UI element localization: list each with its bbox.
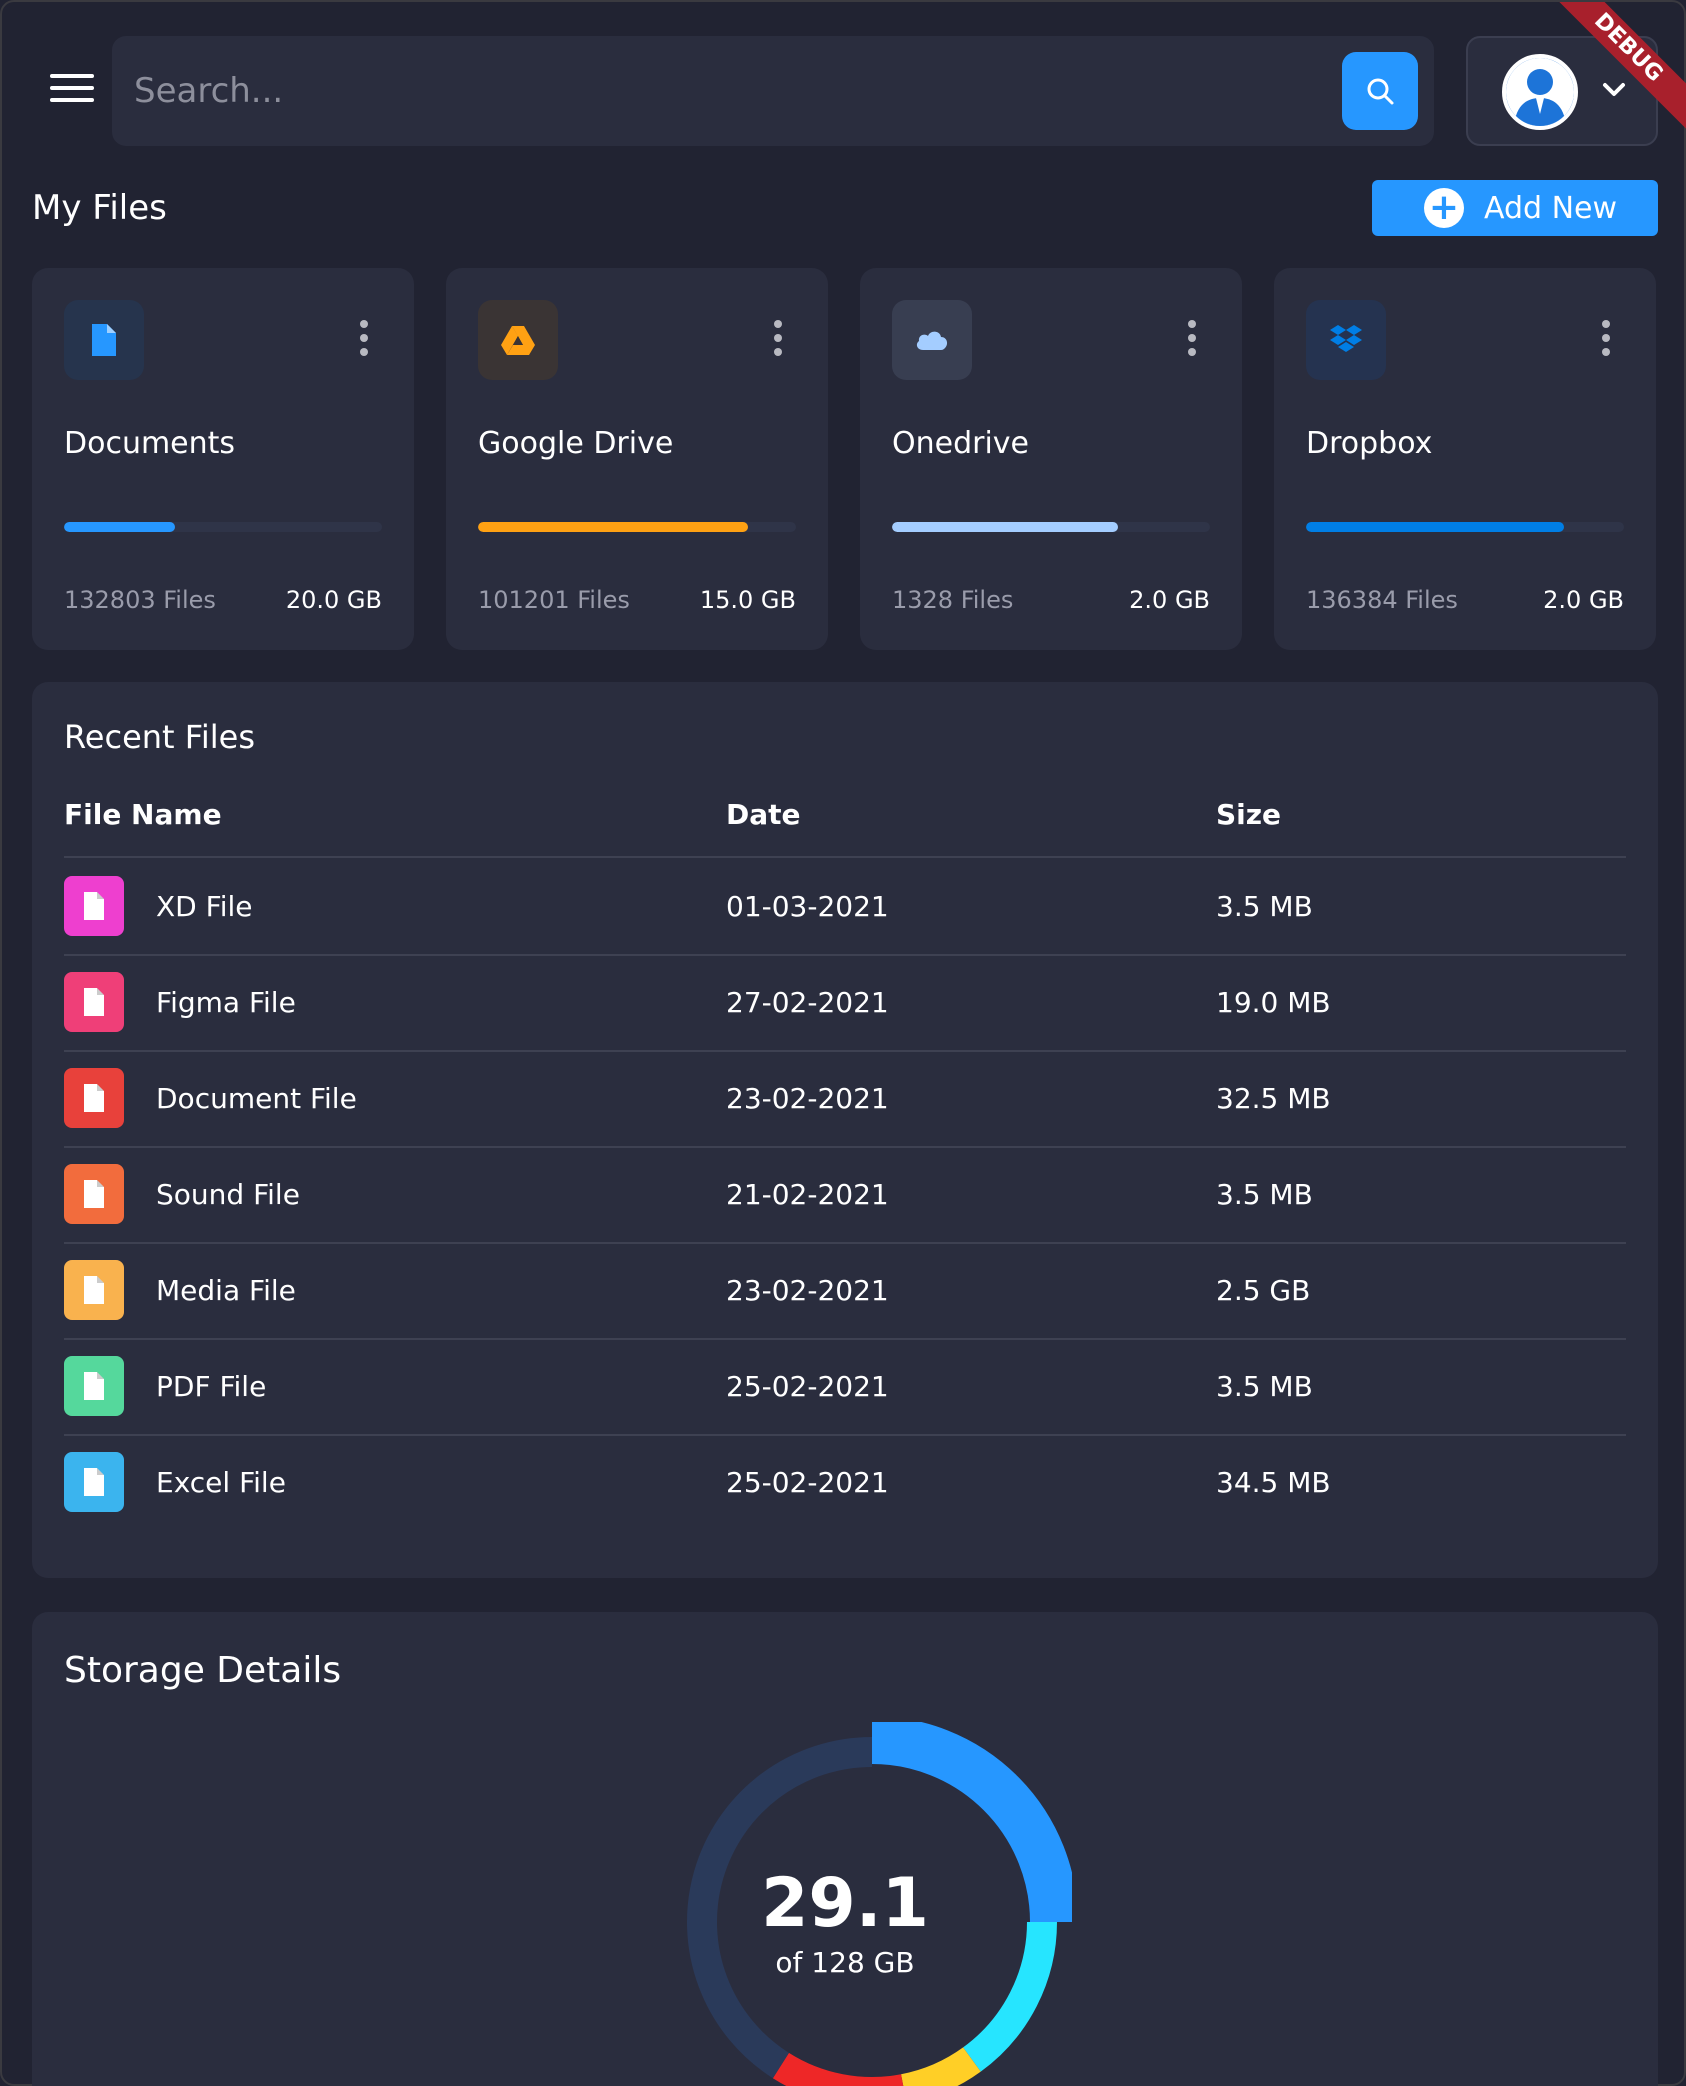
debug-banner: DEBUG [1548, 2, 1686, 142]
table-row[interactable]: XD File 01-03-2021 3.5 MB [64, 860, 1626, 956]
usage-bar [64, 522, 382, 532]
document-icon [64, 1068, 124, 1128]
more-options-icon[interactable] [1186, 320, 1198, 360]
recent-files-title: Recent Files [64, 718, 255, 756]
usage-bar-fill [478, 522, 749, 532]
usage-bar [1306, 522, 1624, 532]
file-size: 34.5 MB [1216, 1466, 1331, 1499]
debug-label: DEBUG [1548, 2, 1686, 142]
file-size: 3.5 MB [1216, 1178, 1313, 1211]
plus-icon: + [1424, 188, 1464, 228]
file-size: 3.5 MB [1216, 890, 1313, 923]
card-icon-box [1306, 300, 1386, 380]
file-date: 01-03-2021 [726, 890, 889, 923]
column-header-size: Size [1216, 798, 1282, 831]
more-options-icon[interactable] [1600, 320, 1612, 360]
column-header-date: Date [726, 798, 801, 831]
file-size: 32.5 MB [1216, 1082, 1331, 1115]
column-header-file-name: File Name [64, 798, 222, 831]
storage-card-dropbox[interactable]: Dropbox 136384 Files 2.0 GB [1274, 268, 1656, 650]
file-name: Excel File [156, 1466, 286, 1499]
table-row[interactable]: Figma File 27-02-2021 19.0 MB [64, 956, 1626, 1052]
file-name: Media File [156, 1274, 296, 1307]
usage-bar-fill [892, 522, 1118, 532]
xd-file-icon [64, 876, 124, 936]
search-icon [1367, 78, 1394, 105]
file-date: 27-02-2021 [726, 986, 889, 1019]
document-icon [92, 324, 116, 356]
search-input[interactable] [134, 56, 1294, 126]
cloud-icon [916, 331, 948, 350]
storage-total-label: of 128 GB [775, 1946, 915, 1979]
file-count: 136384 Files [1306, 586, 1458, 614]
add-new-button[interactable]: + Add New [1372, 180, 1658, 236]
hamburger-menu-icon[interactable] [50, 74, 94, 110]
more-options-icon[interactable] [358, 320, 370, 360]
file-count: 132803 Files [64, 586, 216, 614]
usage-bar [478, 522, 796, 532]
card-icon-box [892, 300, 972, 380]
media-file-icon [64, 1260, 124, 1320]
storage-size: 2.0 GB [1129, 586, 1210, 614]
storage-size: 2.0 GB [1543, 586, 1624, 614]
storage-used-value: 29.1 [761, 1864, 929, 1943]
storage-details-title: Storage Details [64, 1650, 342, 1691]
table-row[interactable]: PDF File 25-02-2021 3.5 MB [64, 1340, 1626, 1436]
card-name: Documents [64, 426, 236, 461]
donut-segment [900, 2047, 981, 2086]
dropbox-icon [1330, 325, 1362, 352]
file-count: 101201 Files [478, 586, 630, 614]
storage-card-onedrive[interactable]: Onedrive 1328 Files 2.0 GB [860, 268, 1242, 650]
usage-bar-fill [1306, 522, 1564, 532]
search-bar [112, 36, 1434, 146]
card-name: Dropbox [1306, 426, 1433, 461]
file-date: 23-02-2021 [726, 1274, 889, 1307]
donut-segment [772, 2052, 904, 2086]
storage-card-google-drive[interactable]: Google Drive 101201 Files 15.0 GB [446, 268, 828, 650]
table-row[interactable]: Media File 23-02-2021 2.5 GB [64, 1244, 1626, 1340]
excel-icon [64, 1452, 124, 1512]
add-new-label: Add New [1484, 190, 1618, 226]
table-row[interactable]: Document File 23-02-2021 32.5 MB [64, 1052, 1626, 1148]
table-row[interactable]: Sound File 21-02-2021 3.5 MB [64, 1148, 1626, 1244]
search-button[interactable] [1342, 52, 1418, 130]
storage-size: 15.0 GB [699, 586, 796, 614]
my-files-title: My Files [32, 188, 167, 228]
table-header: File Name Date Size [64, 798, 1626, 858]
table-row[interactable]: Excel File 25-02-2021 34.5 MB [64, 1436, 1626, 1532]
file-name: PDF File [156, 1370, 267, 1403]
recent-files-panel: Recent Files File Name Date Size XD File… [32, 682, 1658, 1578]
file-size: 19.0 MB [1216, 986, 1331, 1019]
sound-file-icon [64, 1164, 124, 1224]
storage-card-documents[interactable]: Documents 132803 Files 20.0 GB [32, 268, 414, 650]
file-name: XD File [156, 890, 253, 923]
file-count: 1328 Files [892, 586, 1014, 614]
google-drive-icon [501, 326, 535, 355]
top-bar: DEBUG [2, 2, 1686, 172]
card-icon-box [64, 300, 144, 380]
card-icon-box [478, 300, 558, 380]
file-name: Document File [156, 1082, 357, 1115]
file-date: 23-02-2021 [726, 1082, 889, 1115]
storage-size: 20.0 GB [285, 586, 382, 614]
figma-icon [64, 972, 124, 1032]
pdf-icon [64, 1356, 124, 1416]
card-name: Onedrive [892, 426, 1030, 461]
file-date: 25-02-2021 [726, 1466, 889, 1499]
file-name: Figma File [156, 986, 296, 1019]
file-size: 2.5 GB [1216, 1274, 1311, 1307]
file-size: 3.5 MB [1216, 1370, 1313, 1403]
file-date: 25-02-2021 [726, 1370, 889, 1403]
usage-bar [892, 522, 1210, 532]
more-options-icon[interactable] [772, 320, 784, 360]
card-name: Google Drive [478, 426, 674, 461]
file-name: Sound File [156, 1178, 300, 1211]
file-date: 21-02-2021 [726, 1178, 889, 1211]
storage-details-panel: Storage Details 29.1 of 128 GB [32, 1612, 1658, 2086]
usage-bar-fill [64, 522, 176, 532]
